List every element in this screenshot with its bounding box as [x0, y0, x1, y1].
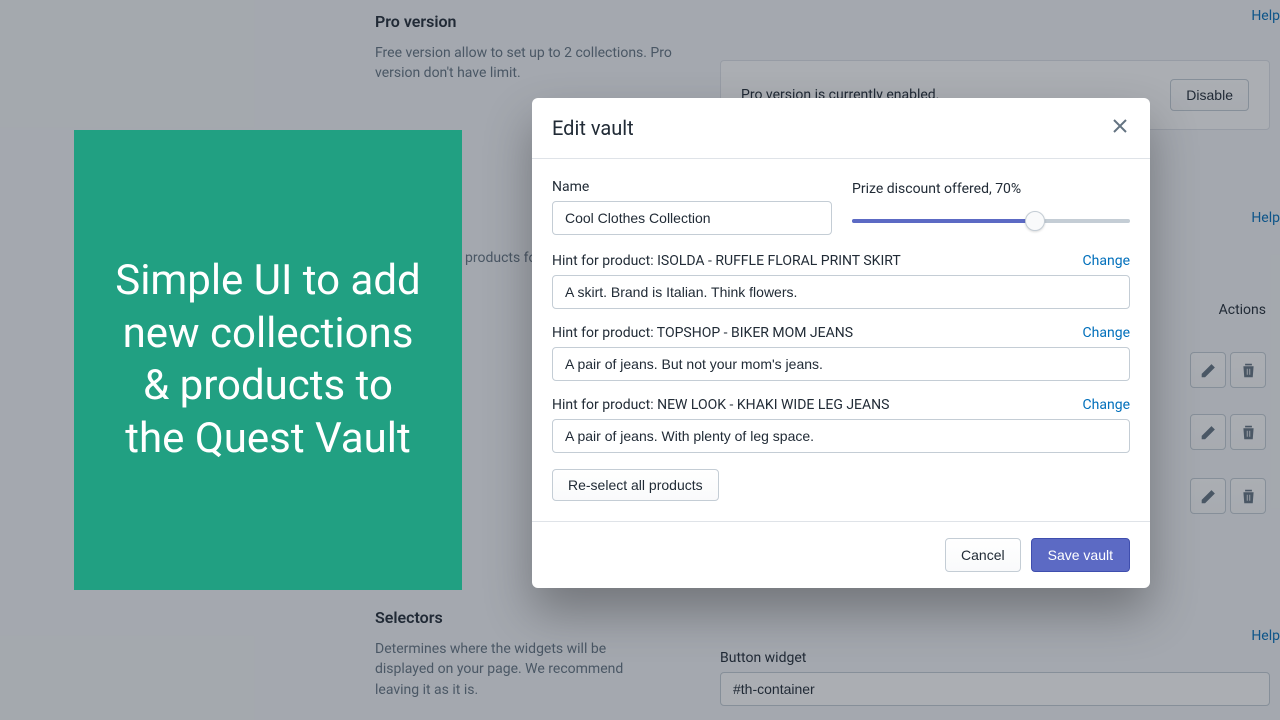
hint-label: Hint for product: NEW LOOK - KHAKI WIDE …	[552, 397, 889, 413]
pro-version-desc: Free version allow to set up to 2 collec…	[375, 43, 705, 84]
help-link[interactable]: Help	[1251, 8, 1280, 24]
modal-footer: Cancel Save vault	[532, 521, 1150, 588]
reselect-products-button[interactable]: Re-select all products	[552, 469, 719, 501]
discount-slider[interactable]	[852, 219, 1130, 223]
hint-label: Hint for product: ISOLDA - RUFFLE FLORAL…	[552, 253, 901, 269]
button-widget-label: Button widget	[720, 650, 1270, 666]
pencil-icon	[1200, 488, 1217, 505]
hint-input[interactable]	[552, 347, 1130, 381]
slider-thumb[interactable]	[1025, 211, 1045, 231]
table-row-actions	[1190, 478, 1266, 514]
table-row-actions	[1190, 352, 1266, 388]
vault-name-input[interactable]	[552, 201, 832, 235]
change-product-link[interactable]: Change	[1083, 253, 1130, 269]
edit-button[interactable]	[1190, 478, 1226, 514]
row-fragment: products fo	[465, 250, 537, 266]
modal-header: Edit vault	[532, 98, 1150, 159]
pro-version-title: Pro version	[375, 12, 705, 31]
trash-icon	[1240, 488, 1257, 505]
discount-field: Prize discount offered, 70%	[852, 179, 1130, 235]
close-icon	[1110, 116, 1130, 136]
help-link[interactable]: Help	[1251, 210, 1280, 226]
hint-label: Hint for product: TOPSHOP - BIKER MOM JE…	[552, 325, 853, 341]
product-hint: Hint for product: ISOLDA - RUFFLE FLORAL…	[552, 253, 1130, 309]
close-button[interactable]	[1110, 116, 1130, 140]
hint-input[interactable]	[552, 275, 1130, 309]
change-product-link[interactable]: Change	[1083, 325, 1130, 341]
table-row-actions	[1190, 414, 1266, 450]
selectors-title: Selectors	[375, 608, 655, 627]
modal-title: Edit vault	[552, 116, 634, 140]
edit-button[interactable]	[1190, 352, 1226, 388]
button-widget-field: Button widget	[720, 650, 1270, 706]
edit-button[interactable]	[1190, 414, 1226, 450]
product-hint: Hint for product: TOPSHOP - BIKER MOM JE…	[552, 325, 1130, 381]
modal-body: Name Prize discount offered, 70% Hint fo…	[532, 159, 1150, 521]
change-product-link[interactable]: Change	[1083, 397, 1130, 413]
button-widget-input[interactable]	[720, 672, 1270, 706]
name-label: Name	[552, 179, 832, 195]
selectors-section: Selectors Determines where the widgets w…	[375, 608, 655, 700]
edit-vault-modal: Edit vault Name Prize discount offered, …	[532, 98, 1150, 588]
help-link[interactable]: Help	[1251, 628, 1280, 644]
slider-fill	[852, 219, 1035, 223]
delete-button[interactable]	[1230, 414, 1266, 450]
trash-icon	[1240, 362, 1257, 379]
hint-input[interactable]	[552, 419, 1130, 453]
trash-icon	[1240, 424, 1257, 441]
product-hint: Hint for product: NEW LOOK - KHAKI WIDE …	[552, 397, 1130, 453]
selectors-desc: Determines where the widgets will be dis…	[375, 639, 655, 700]
feature-callout: Simple UI to add new collections & produ…	[74, 130, 462, 590]
save-vault-button[interactable]: Save vault	[1031, 538, 1130, 572]
pencil-icon	[1200, 362, 1217, 379]
delete-button[interactable]	[1230, 478, 1266, 514]
actions-column-header: Actions	[1219, 302, 1266, 318]
delete-button[interactable]	[1230, 352, 1266, 388]
pencil-icon	[1200, 424, 1217, 441]
callout-text: Simple UI to add new collections & produ…	[114, 255, 422, 465]
discount-label: Prize discount offered, 70%	[852, 181, 1130, 197]
disable-button[interactable]: Disable	[1170, 79, 1249, 111]
cancel-button[interactable]: Cancel	[945, 538, 1021, 572]
